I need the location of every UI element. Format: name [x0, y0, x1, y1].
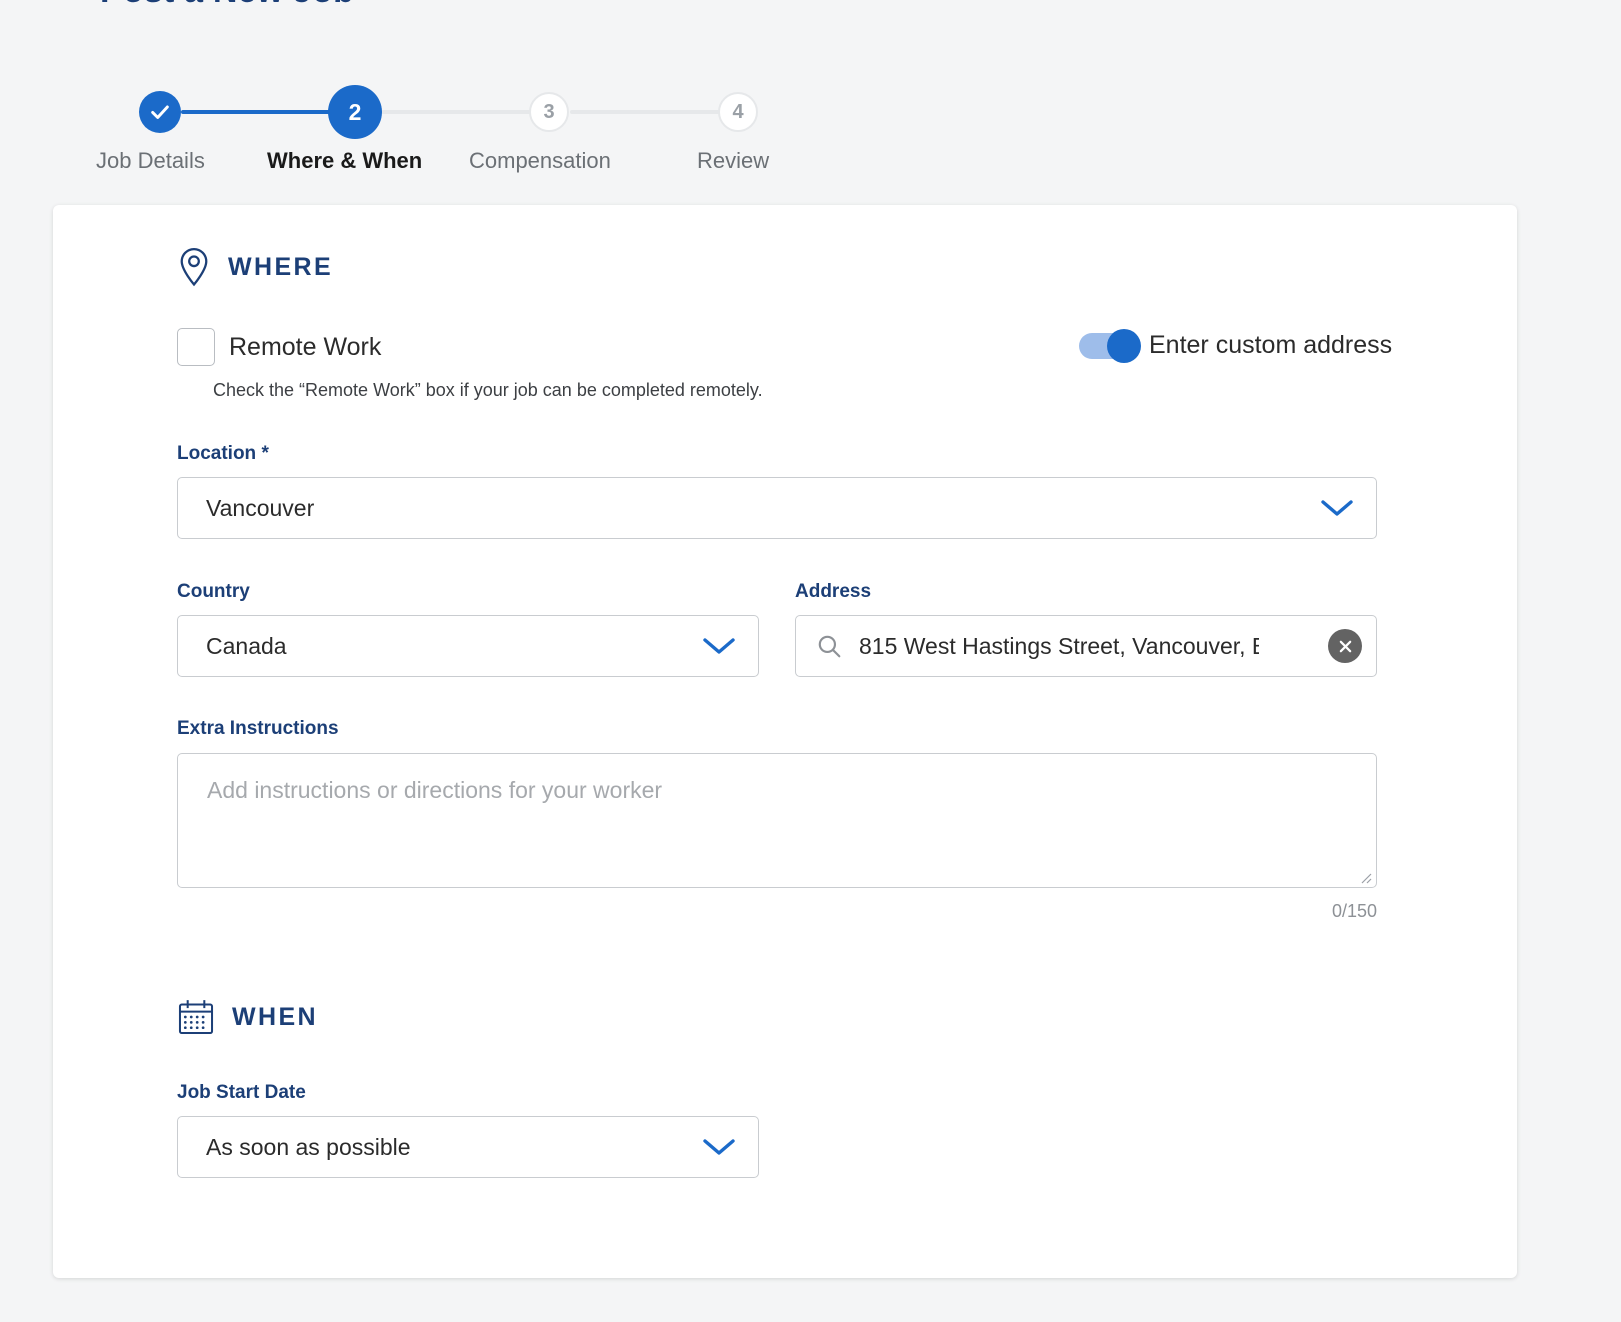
post-job-wizard-page: Post a New Job 2 3 4 Job Details Where &… — [0, 0, 1621, 1322]
chevron-down-icon — [1321, 500, 1353, 516]
where-when-card: WHERE Remote Work Check the “Remote Work… — [53, 205, 1517, 1278]
stepper-node-review[interactable]: 4 — [718, 92, 758, 132]
stepper-node-compensation[interactable]: 3 — [529, 92, 569, 132]
stepper-label-review[interactable]: Review — [697, 148, 769, 174]
stepper-label-compensation[interactable]: Compensation — [469, 148, 611, 174]
calendar-icon — [178, 1000, 214, 1035]
country-value: Canada — [206, 632, 287, 659]
address-value: 815 West Hastings Street, Vancouver, BC … — [859, 632, 1259, 659]
check-icon — [151, 105, 169, 119]
job-start-date-value: As soon as possible — [206, 1133, 411, 1160]
remote-work-label[interactable]: Remote Work — [229, 333, 381, 362]
custom-address-toggle-group[interactable]: Enter custom address — [1079, 328, 1392, 363]
progress-stepper: 2 3 4 Job Details Where & When Compensat… — [0, 40, 1621, 173]
location-select[interactable]: Vancouver — [177, 477, 1377, 539]
when-section-header: WHEN — [177, 998, 318, 1036]
stepper-connector-2-3 — [381, 110, 549, 114]
stepper-node-where-when[interactable]: 2 — [328, 85, 382, 139]
job-start-date-select[interactable]: As soon as possible — [177, 1116, 759, 1178]
country-label: Country — [177, 581, 250, 602]
when-heading: WHEN — [232, 1002, 318, 1031]
country-select[interactable]: Canada — [177, 615, 759, 677]
close-icon — [1339, 640, 1351, 652]
stepper-connector-3-4 — [570, 110, 738, 114]
page-title: Post a New Job — [100, 0, 354, 11]
location-label: Location * — [177, 443, 269, 464]
resize-handle-icon[interactable] — [1358, 870, 1372, 884]
address-search-field[interactable]: 815 West Hastings Street, Vancouver, BC … — [795, 615, 1377, 677]
extra-instructions-label: Extra Instructions — [177, 718, 339, 739]
remote-work-checkbox[interactable] — [177, 328, 215, 366]
custom-address-toggle[interactable] — [1079, 328, 1141, 363]
where-section-header: WHERE — [177, 247, 333, 287]
chevron-down-icon — [703, 1139, 735, 1155]
stepper-label-where-when[interactable]: Where & When — [267, 148, 422, 174]
custom-address-toggle-label[interactable]: Enter custom address — [1149, 331, 1392, 360]
extra-instructions-textarea[interactable]: Add instructions or directions for your … — [177, 753, 1377, 888]
extra-instructions-placeholder: Add instructions or directions for your … — [207, 777, 663, 803]
where-heading: WHERE — [228, 252, 334, 281]
job-start-date-label: Job Start Date — [177, 1082, 306, 1103]
remote-work-help-text: Check the “Remote Work” box if your job … — [213, 380, 763, 400]
stepper-node-job-details[interactable] — [139, 91, 181, 133]
location-value: Vancouver — [206, 494, 315, 521]
address-clear-button[interactable] — [1328, 629, 1362, 663]
stepper-label-job-details[interactable]: Job Details — [96, 148, 205, 174]
map-pin-icon — [180, 247, 208, 287]
address-label: Address — [795, 581, 872, 602]
toggle-knob — [1107, 328, 1141, 363]
chevron-down-icon — [703, 638, 735, 654]
extra-instructions-counter: 0/150 — [1331, 901, 1377, 921]
search-icon — [818, 635, 841, 658]
